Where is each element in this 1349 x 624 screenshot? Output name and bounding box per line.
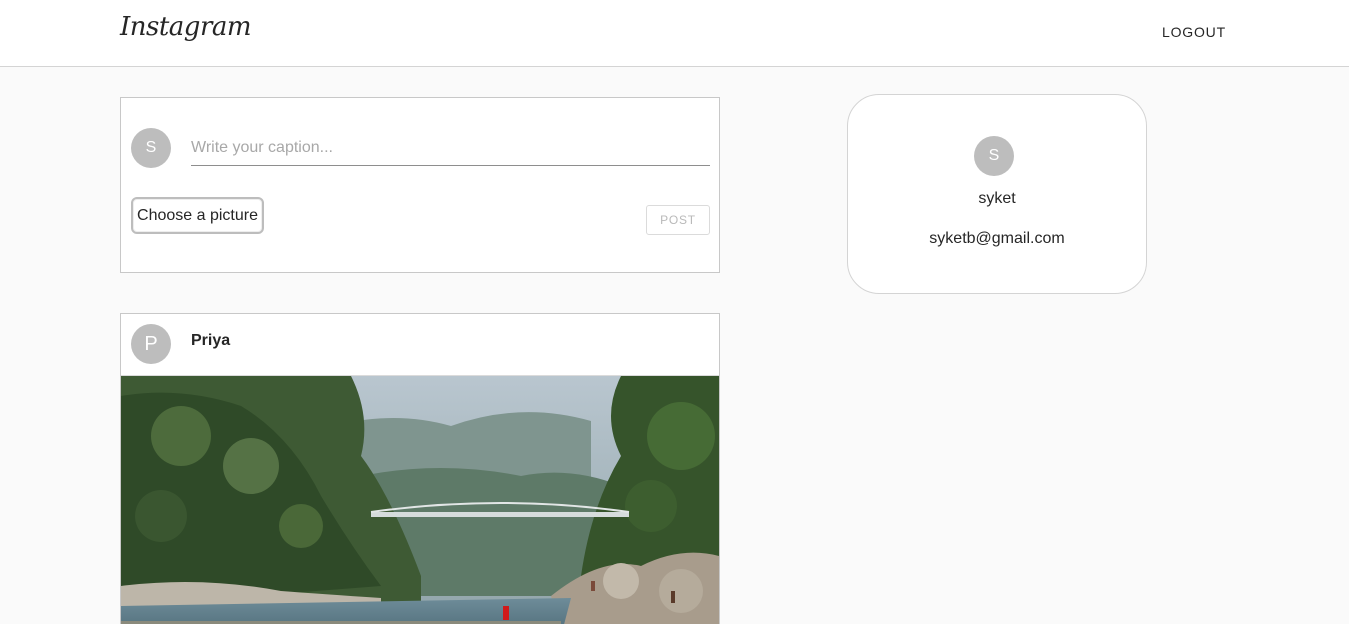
caption-input[interactable] [191,134,710,166]
logout-button[interactable]: LOGOUT [1152,20,1236,44]
choose-picture-button[interactable]: Choose a picture [131,197,264,234]
profile-username: syket [978,190,1016,207]
profile-card: S syket syketb@gmail.com [847,94,1147,294]
feed-post: P Priya [120,313,720,624]
post-image [121,375,719,624]
profile-email: syketb@gmail.com [929,230,1065,247]
post-composer: S Choose a picture POST [120,97,720,273]
avatar: S [131,128,171,168]
river-bridge-photo [121,376,719,624]
post-button[interactable]: POST [646,205,710,235]
avatar: S [974,136,1014,176]
instagram-logo[interactable]: Instagram [120,12,252,42]
top-navbar: Instagram LOGOUT [0,0,1349,67]
post-username[interactable]: Priya [191,332,230,350]
avatar: P [131,324,171,364]
